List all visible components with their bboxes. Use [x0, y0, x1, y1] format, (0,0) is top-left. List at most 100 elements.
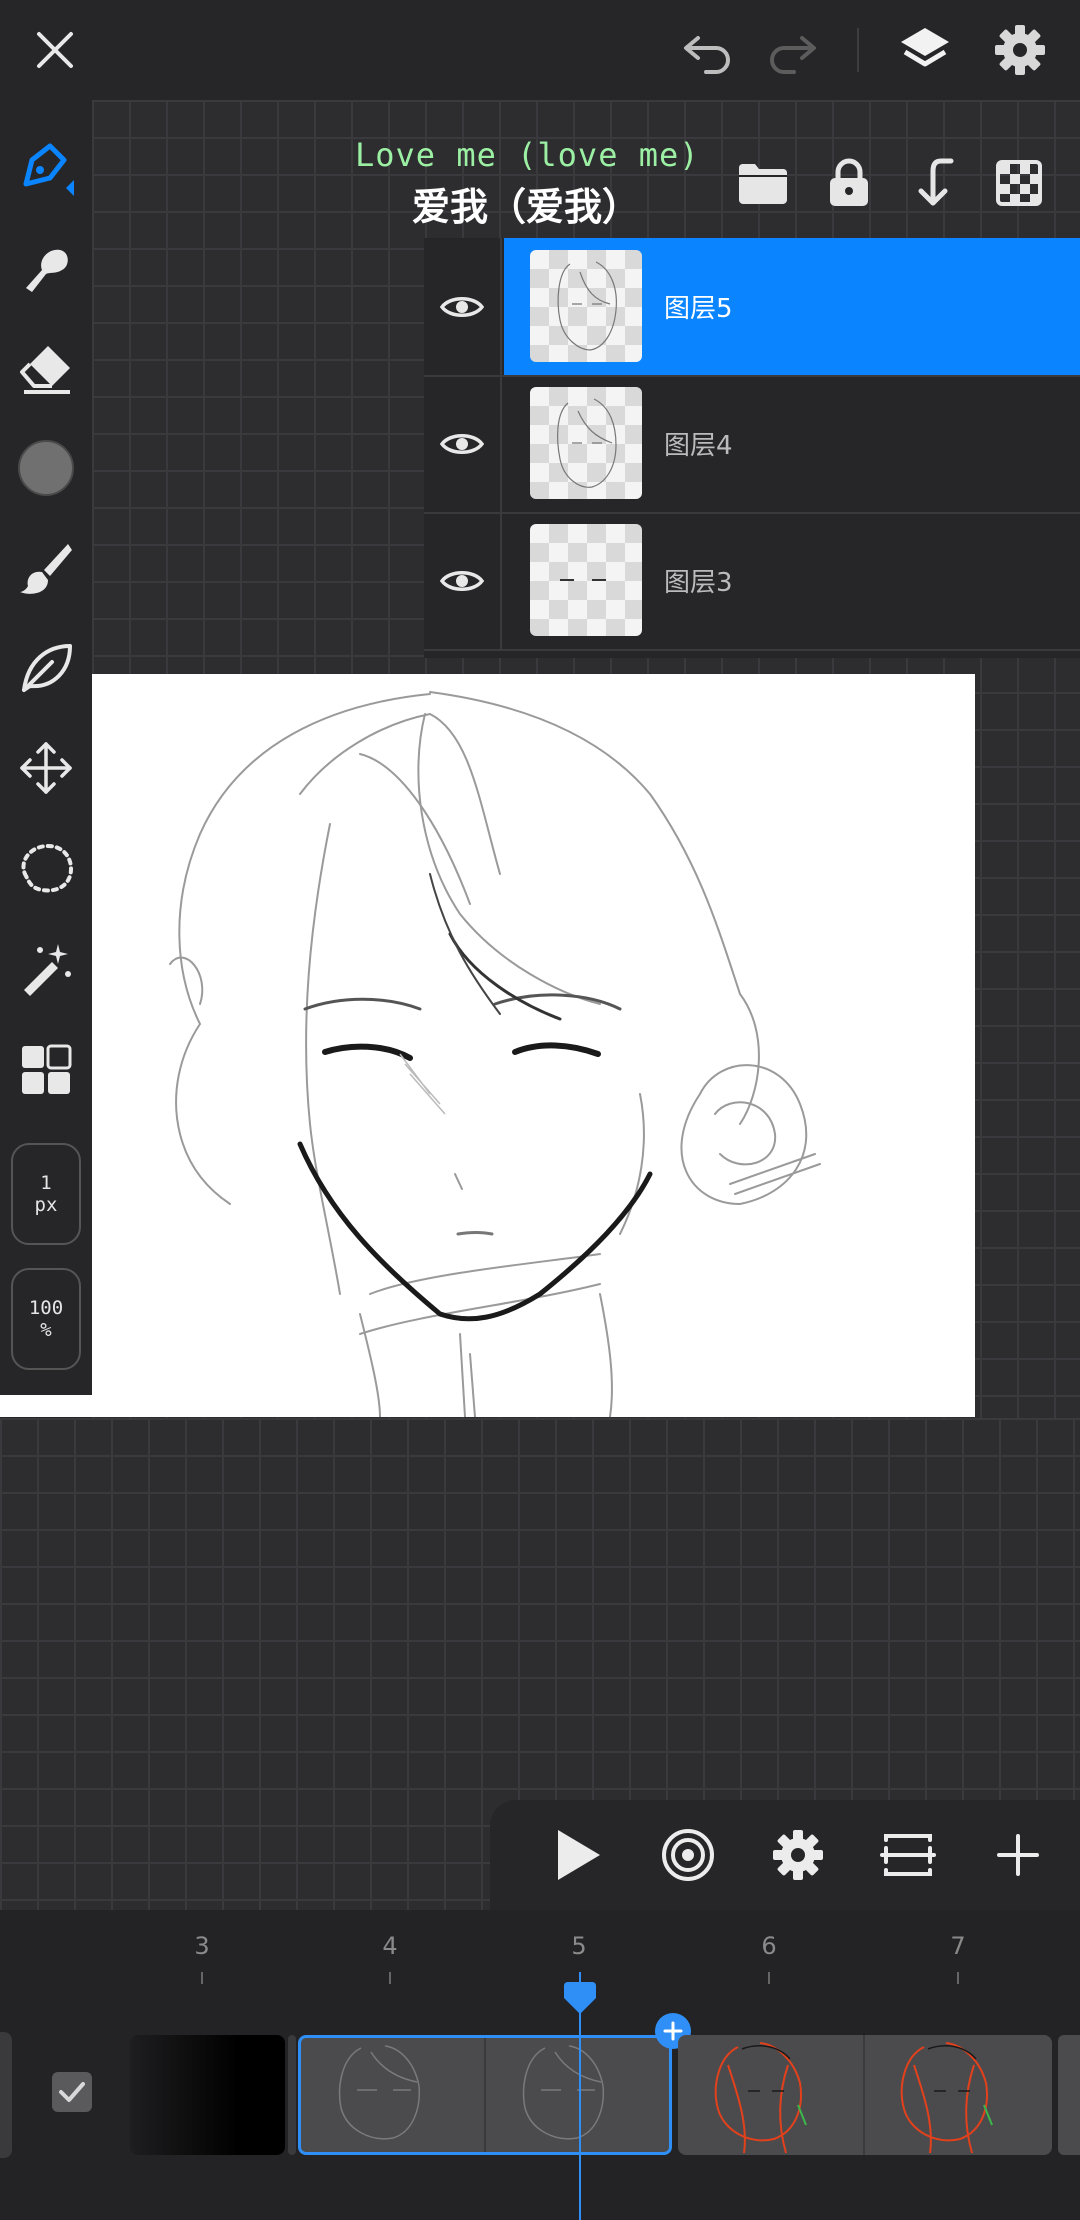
layer-name: 图层5 — [664, 294, 733, 324]
eraser-button[interactable] — [6, 328, 86, 408]
left-toolbar: 1 px 100 % — [0, 100, 92, 1395]
frame-thumbnails — [338, 2038, 605, 2152]
move-icon — [20, 742, 72, 794]
animation-controls — [490, 1800, 1080, 1910]
onion-skin-button[interactable] — [648, 1815, 728, 1895]
tick-mark — [201, 1972, 203, 1984]
brush-size-unit: px — [34, 1194, 58, 1216]
eye-icon — [440, 296, 484, 317]
checkerboard-icon — [996, 160, 1042, 206]
layer-name: 图层3 — [664, 568, 733, 598]
lasso-icon — [21, 843, 73, 893]
magic-wand-icon — [24, 944, 71, 996]
layer-row[interactable]: 图层4 — [424, 375, 1080, 514]
visibility-toggle[interactable] — [424, 238, 502, 375]
layer-lock-button[interactable] — [812, 146, 886, 220]
brush-size-control[interactable]: 1 px — [11, 1143, 81, 1245]
timeline-edge — [0, 2032, 12, 2158]
settings-button[interactable] — [980, 10, 1060, 90]
layers-panel: 图层5 图层4 图层3 — [424, 238, 1080, 658]
eye-icon — [440, 433, 484, 454]
undo-icon — [684, 36, 730, 74]
color-picker-button[interactable] — [6, 428, 86, 508]
lock-icon — [830, 158, 868, 206]
merge-down-button[interactable] — [896, 146, 970, 220]
layer-folder-button[interactable] — [726, 146, 800, 220]
timeline-tick: 5 — [571, 1932, 587, 1960]
smudge-tool-icon — [26, 249, 68, 292]
timeline-frame[interactable] — [130, 2035, 285, 2155]
animation-settings-button[interactable] — [758, 1815, 838, 1895]
merge-down-icon — [918, 158, 954, 206]
visibility-toggle[interactable] — [424, 512, 502, 649]
magic-wand-button[interactable] — [6, 928, 86, 1008]
layer-row[interactable]: 图层3 — [424, 512, 1080, 651]
leaf-brush-icon — [22, 644, 72, 692]
lyric-line-english: Love me (love me) — [355, 136, 700, 174]
transparency-lock-button[interactable] — [982, 146, 1056, 220]
timeline-tick: 3 — [194, 1932, 210, 1960]
leaf-brush-button[interactable] — [6, 628, 86, 708]
frame-separator — [288, 2035, 296, 2155]
tick-mark — [768, 1972, 770, 1984]
tick-mark — [957, 1972, 959, 1984]
layers-icon — [901, 28, 949, 67]
layer-thumbnail — [530, 387, 642, 499]
smudge-tool-button[interactable] — [6, 228, 86, 308]
pen-tool-button[interactable] — [6, 128, 86, 208]
timeline-tick: 7 — [950, 1932, 966, 1960]
folder-icon — [739, 164, 787, 204]
eye-icon — [440, 570, 484, 591]
close-icon — [37, 32, 73, 68]
brush-opacity-control[interactable]: 100 % — [11, 1268, 81, 1370]
plus-icon — [997, 1834, 1039, 1876]
playhead-handle[interactable] — [560, 1980, 600, 2020]
gear-icon — [773, 1830, 823, 1880]
close-button[interactable] — [15, 10, 95, 90]
timeline-frame[interactable] — [1058, 2035, 1080, 2155]
layers-button[interactable] — [885, 10, 965, 90]
playhead-marker-icon — [564, 1982, 596, 2014]
layer-actions-bar — [720, 140, 1080, 236]
onion-skin-icon — [662, 1829, 714, 1881]
tick-mark — [389, 1972, 391, 1984]
selected-frame-group[interactable] — [298, 2035, 672, 2155]
add-frame-button[interactable] — [978, 1815, 1058, 1895]
color-swatch — [18, 440, 74, 496]
lasso-button[interactable] — [6, 828, 86, 908]
brush-size-value: 1 — [40, 1172, 52, 1194]
visibility-toggle[interactable] — [424, 375, 502, 512]
layer-name: 图层4 — [664, 431, 733, 461]
timeline-tick: 6 — [761, 1932, 777, 1960]
grid-menu-button[interactable] — [6, 1030, 86, 1110]
layer-thumbnail — [530, 250, 642, 362]
layer-row[interactable]: 图层5 — [424, 238, 1080, 377]
undo-button[interactable] — [668, 10, 748, 90]
brush-icon — [20, 544, 72, 594]
lyric-line-chinese: 爱我（爱我） — [412, 185, 641, 229]
top-bar — [0, 0, 1080, 100]
move-button[interactable] — [6, 728, 86, 808]
check-icon — [59, 2082, 85, 2102]
drawing-canvas[interactable] — [0, 674, 975, 1417]
play-icon — [558, 1830, 600, 1880]
toolbar-divider — [857, 28, 859, 72]
frame-select-checkbox[interactable] — [52, 2072, 92, 2112]
timeline[interactable]: 3 4 5 6 7 — [0, 1910, 1080, 2220]
brush-button[interactable] — [6, 528, 86, 608]
grid-icon — [22, 1044, 72, 1094]
pen-tool-icon — [23, 143, 74, 196]
sketch-artwork — [169, 691, 821, 1417]
brush-opacity-value: 100 — [28, 1297, 64, 1319]
timeline-frame-group[interactable] — [678, 2035, 1052, 2155]
frame-thumbnails — [714, 2035, 993, 2155]
redo-button[interactable] — [752, 10, 832, 90]
frame-view-button[interactable] — [868, 1815, 948, 1895]
redo-icon — [770, 36, 816, 74]
frame-view-icon — [880, 1834, 936, 1876]
play-button[interactable] — [538, 1815, 618, 1895]
gear-icon — [995, 25, 1045, 75]
eraser-icon — [20, 346, 70, 394]
timeline-tick: 4 — [382, 1932, 398, 1960]
brush-opacity-unit: % — [40, 1319, 52, 1341]
